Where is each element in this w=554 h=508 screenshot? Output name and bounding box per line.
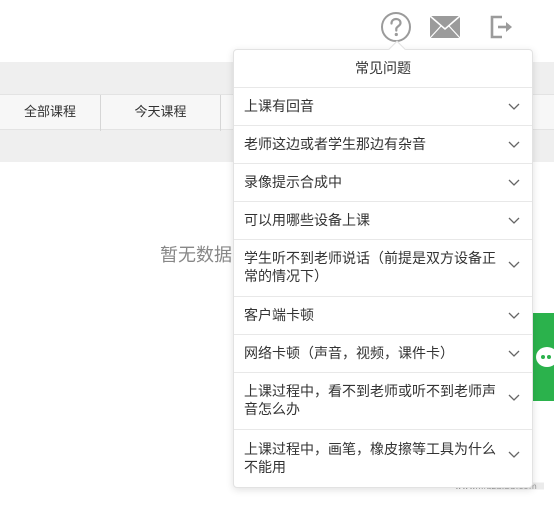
faq-item[interactable]: 录像提示合成中 [234,164,532,202]
chevron-down-icon [508,141,520,148]
chevron-down-icon [508,350,520,357]
faq-item-label: 上课有回音 [244,98,314,115]
chat-bubble-icon [536,347,554,367]
question-circle-icon [381,12,411,42]
faq-item-label: 上课过程中，画笔，橡皮擦等工具为什么不能用 [244,441,496,476]
faq-item-label: 上课过程中，看不到老师或听不到老师声音怎么办 [244,384,496,418]
faq-item-label: 客户端卡顿 [244,307,314,324]
chevron-down-icon [508,179,520,186]
tab-all-courses[interactable]: 全部课程 [0,95,100,131]
chevron-down-icon [508,217,520,224]
faq-item[interactable]: 老师这边或者学生那边有杂音 [234,126,532,164]
chat-widget[interactable] [532,313,554,401]
faq-item-label: 老师这边或者学生那边有杂音 [244,136,426,153]
chevron-down-icon [508,312,520,319]
help-button[interactable] [379,10,413,44]
faq-item[interactable]: 客户端卡顿 [234,297,532,335]
faq-item[interactable]: 学生听不到老师说话（前提是双方设备正常的情况下） [234,240,532,297]
chevron-down-icon [508,261,520,268]
faq-item-label: 网络卡顿（声音，视频，课件卡） [244,345,454,362]
faq-item[interactable]: 上课有回音 [234,88,532,126]
faq-item[interactable]: 可以用哪些设备上课 [234,202,532,240]
faq-item-label: 学生听不到老师说话（前提是双方设备正常的情况下） [244,251,496,285]
logout-button[interactable] [485,10,519,44]
faq-item[interactable]: 上课过程中，画笔，橡皮擦等工具为什么不能用 [234,430,532,487]
faq-item-label: 可以用哪些设备上课 [244,212,370,229]
faq-item[interactable]: 网络卡顿（声音，视频，课件卡） [234,335,532,373]
chevron-down-icon [508,103,520,110]
chevron-down-icon [508,394,520,401]
faq-title: 常见问题 [234,50,532,88]
logout-icon [490,15,512,39]
mail-button[interactable] [428,10,462,44]
faq-item[interactable]: 上课过程中，看不到老师或听不到老师声音怎么办 [234,373,532,430]
empty-state-text: 暂无数据 [160,245,232,266]
faq-item-label: 录像提示合成中 [244,174,342,191]
envelope-icon [429,15,461,39]
tab-divider [220,95,234,131]
faq-dropdown: 常见问题 上课有回音 老师这边或者学生那边有杂音 录像提示合成中 可以用哪些设备… [233,40,533,488]
tab-today-courses[interactable]: 今天课程 [100,95,220,131]
chevron-down-icon [508,451,520,458]
